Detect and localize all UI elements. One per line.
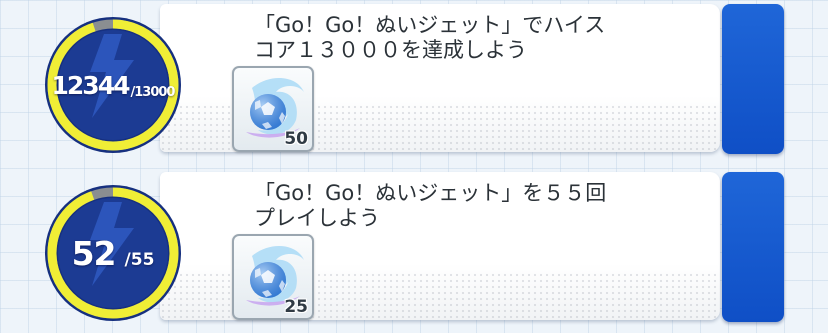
reward-item: 50 xyxy=(232,66,314,152)
mission-description-line: 「Go！Go！ぬいジェット」でハイス xyxy=(254,13,606,37)
progress-current: 12344 xyxy=(51,70,131,100)
mission-description: 「Go！Go！ぬいジェット」でハイス コア１３０００を達成しよう xyxy=(254,13,704,63)
mission-action-button[interactable] xyxy=(722,4,784,154)
progress-current: 52 xyxy=(71,233,117,273)
progress-target: /55 xyxy=(124,250,155,270)
progress-target: /13000 xyxy=(130,84,176,100)
mission-description-line: コア１３０００を達成しよう xyxy=(254,38,527,62)
progress-badge: 12344/13000 xyxy=(38,10,188,160)
reward-item: 25 xyxy=(232,234,314,320)
progress-count: 52/55 xyxy=(38,178,188,328)
reward-quantity: 25 xyxy=(284,297,308,317)
progress-badge: 52/55 xyxy=(38,178,188,328)
mission-description-line: プレイしよう xyxy=(254,206,380,230)
mission-card: 52/55 「Go！Go！ぬいジェット」を５５回 プレイしよう 25 xyxy=(0,168,828,331)
reward-quantity: 50 xyxy=(284,129,308,149)
mission-action-button[interactable] xyxy=(722,172,784,322)
mission-card: 12344/13000 「Go！Go！ぬいジェット」でハイス コア１３０００を達… xyxy=(0,0,828,163)
progress-count: 12344/13000 xyxy=(38,10,188,160)
mission-description: 「Go！Go！ぬいジェット」を５５回 プレイしよう xyxy=(254,181,704,231)
mission-description-line: 「Go！Go！ぬいジェット」を５５回 xyxy=(254,181,607,205)
